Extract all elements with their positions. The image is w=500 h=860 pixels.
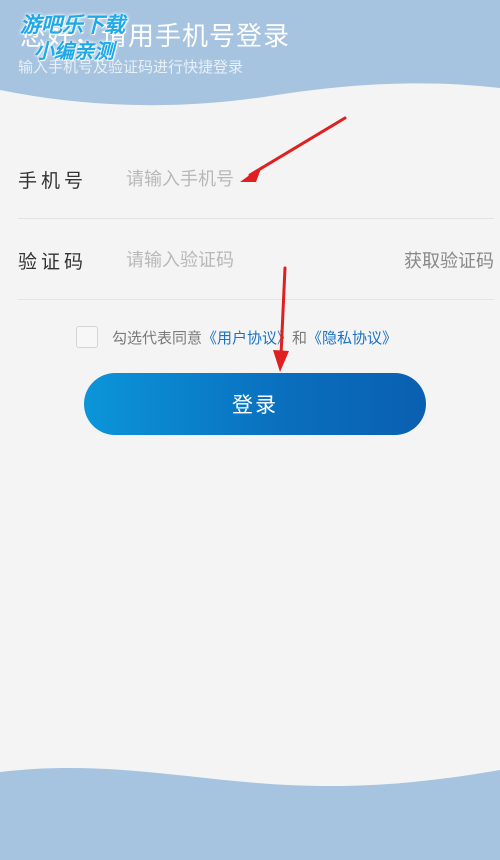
agreement-checkbox[interactable] — [76, 326, 98, 348]
phone-row: 手机号 — [18, 138, 494, 219]
watermark-logo: 游吧乐下载 小编亲测 — [20, 12, 140, 70]
watermark-line1: 游吧乐下载 — [20, 13, 125, 37]
phone-input[interactable] — [126, 164, 386, 194]
user-agreement-link[interactable]: 《用户协议》 — [202, 327, 292, 348]
privacy-agreement-link[interactable]: 《隐私协议》 — [307, 327, 397, 348]
login-button[interactable]: 登录 — [84, 373, 426, 435]
header-wave — [0, 83, 500, 130]
agreement-prefix: 勾选代表同意 — [112, 328, 203, 347]
get-code-button[interactable]: 获取验证码 — [404, 247, 494, 273]
agreement-and: 和 — [292, 328, 308, 347]
watermark-line2: 小编亲测 — [34, 39, 114, 63]
code-label: 验证码 — [18, 251, 88, 273]
phone-label: 手机号 — [18, 170, 88, 192]
code-row: 验证码 获取验证码 — [18, 219, 494, 300]
agreement-row: 勾选代表同意 《用户协议》 和 《隐私协议》 — [76, 324, 397, 350]
footer-wave — [0, 767, 500, 860]
code-input[interactable] — [126, 245, 386, 275]
